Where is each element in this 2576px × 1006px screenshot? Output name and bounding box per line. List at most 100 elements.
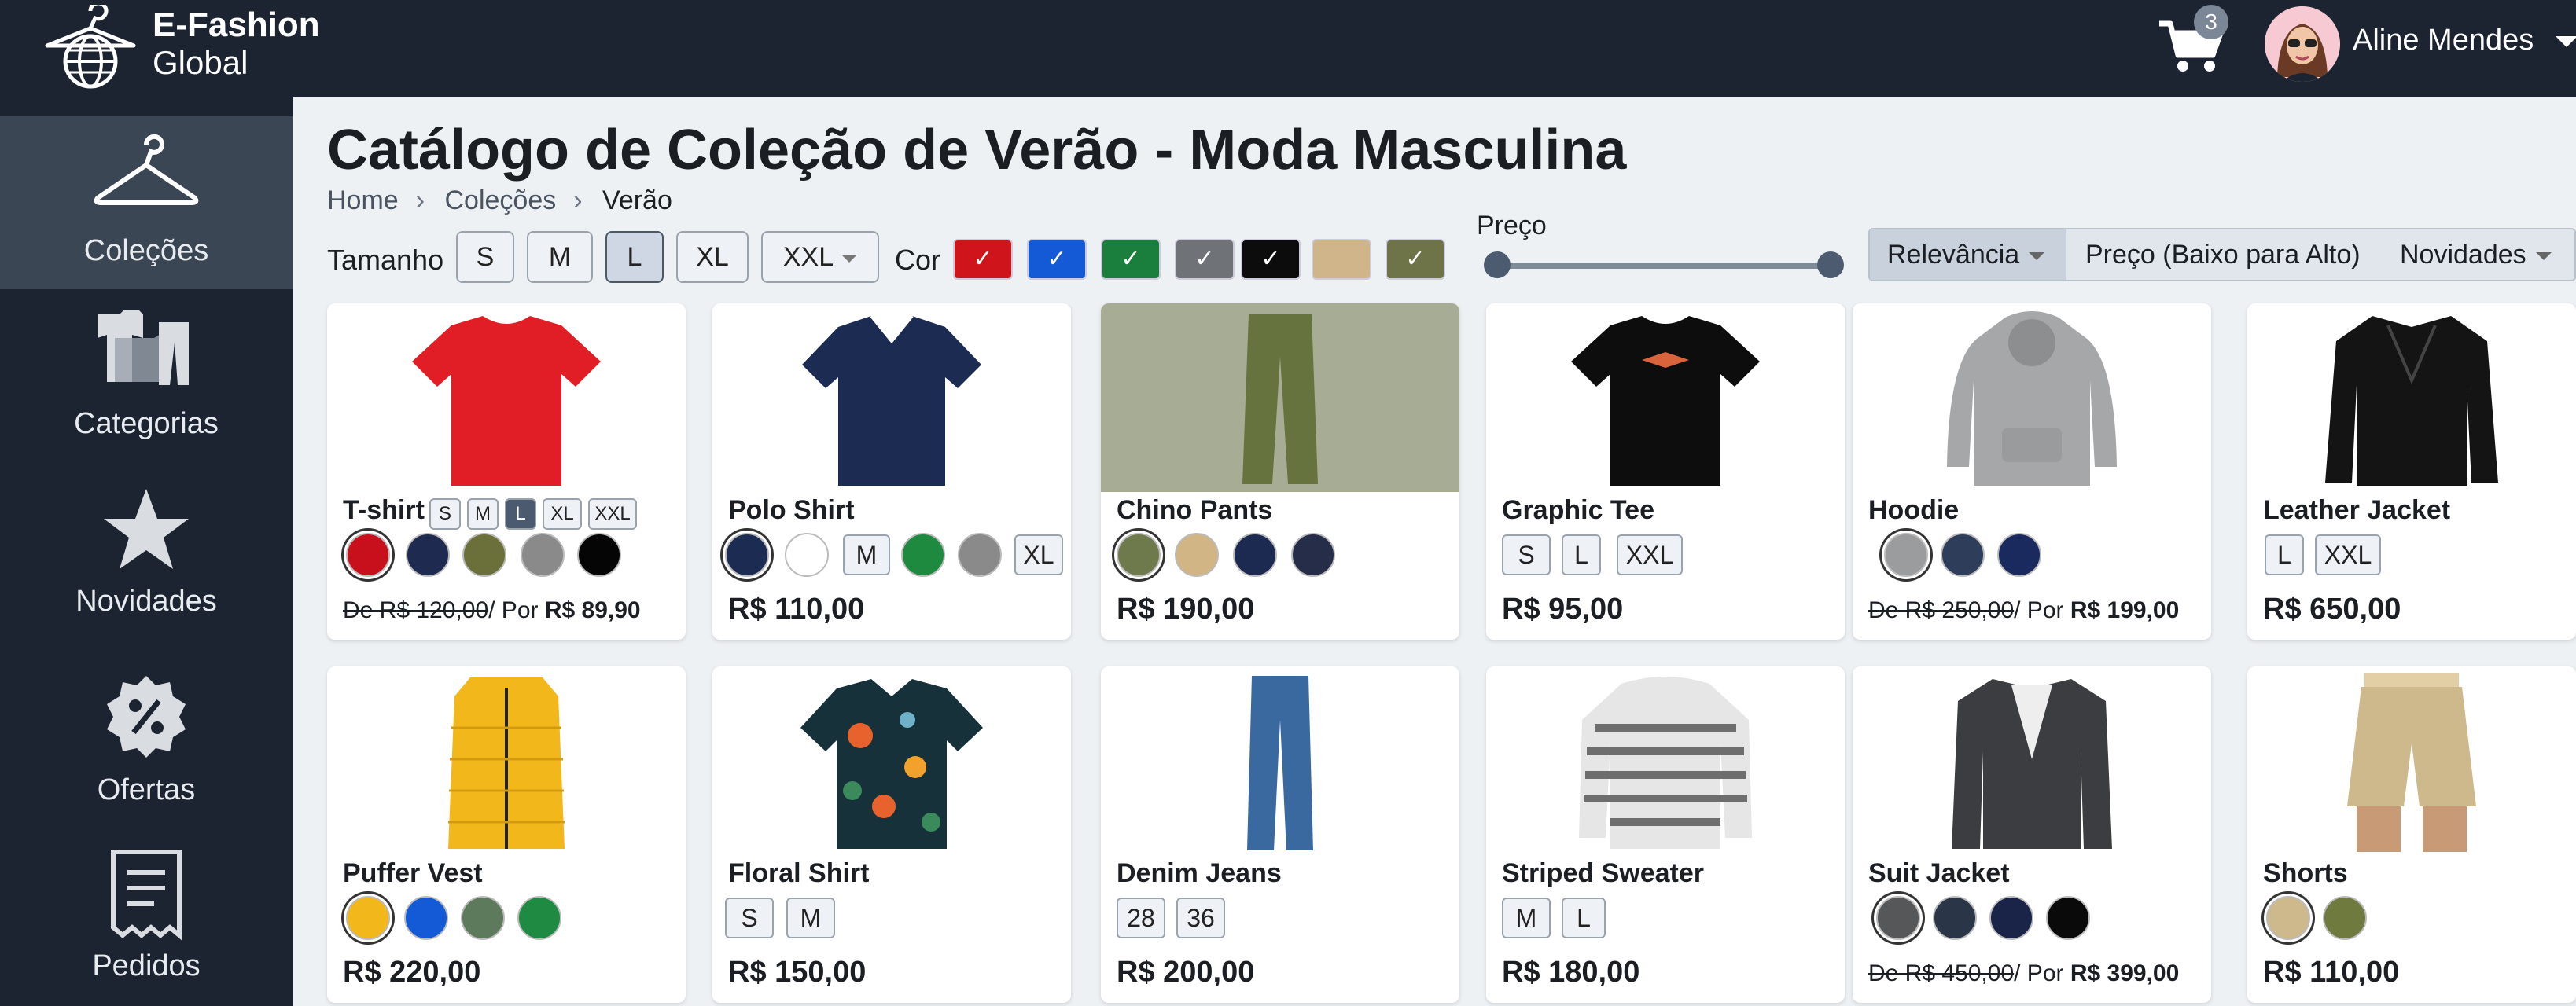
sort-novidades[interactable]: Novidades	[2400, 229, 2576, 280]
product-image	[1486, 303, 1845, 492]
size-option-xl[interactable]: XL	[1014, 534, 1063, 575]
user-menu-chevron-down-icon[interactable]	[2556, 36, 2576, 47]
color-option[interactable]	[785, 533, 829, 577]
avatar-image	[2265, 6, 2340, 82]
sidebar-item-label: Coleções	[83, 234, 209, 267]
product-card-floral-shirt[interactable]: Floral Shirt S M R$ 150,00	[712, 666, 1071, 1003]
size-option-m[interactable]: M	[1502, 898, 1551, 938]
size-option-36[interactable]: 36	[1176, 898, 1225, 938]
color-option[interactable]	[1233, 533, 1277, 577]
size-option-s[interactable]: S	[1502, 534, 1551, 575]
product-card-puffer-vest[interactable]: Puffer Vest R$ 220,00	[327, 666, 686, 1003]
size-option-xxl[interactable]: XXL	[2315, 534, 2381, 575]
color-swatch-beige[interactable]	[1312, 239, 1371, 280]
size-filter-l[interactable]: L	[605, 231, 664, 283]
check-icon: ✓	[1121, 246, 1141, 272]
sidebar-item-colecoes[interactable]: Coleções	[0, 116, 293, 289]
size-option-s[interactable]: S	[725, 898, 774, 938]
sidebar-item-categorias[interactable]: Categorias	[0, 289, 293, 462]
size-option-28[interactable]: 28	[1117, 898, 1165, 938]
size-option-s[interactable]: S	[429, 498, 461, 530]
sidebar-item-pedidos[interactable]: Pedidos	[0, 832, 293, 1004]
sidebar-item-novidades[interactable]: Novidades	[0, 467, 293, 640]
color-swatch-red[interactable]: ✓	[953, 239, 1013, 280]
chevron-right-icon: ›	[573, 185, 583, 215]
color-swatch-blue[interactable]: ✓	[1027, 239, 1087, 280]
size-option-m[interactable]: M	[786, 898, 835, 938]
price-max-handle[interactable]	[1817, 252, 1844, 278]
product-card-chino-pants[interactable]: Chino Pants R$ 190,00	[1101, 303, 1459, 640]
color-option[interactable]	[346, 896, 390, 940]
product-name: Puffer Vest	[343, 858, 483, 888]
size-filter-xl[interactable]: XL	[676, 231, 749, 283]
sort-preco[interactable]: Preço (Baixo para Alto)	[2085, 229, 2408, 280]
size-option-l[interactable]: L	[505, 498, 536, 530]
color-option[interactable]	[1175, 533, 1219, 577]
color-option[interactable]	[1876, 896, 1920, 940]
breadcrumb-home[interactable]: Home	[327, 185, 399, 215]
color-option[interactable]	[1884, 533, 1928, 577]
size-option-l[interactable]: L	[1562, 898, 1606, 938]
product-card-shorts[interactable]: Shorts R$ 110,00	[2247, 666, 2576, 1003]
size-option-l[interactable]: L	[2265, 534, 2304, 575]
size-filter-s[interactable]: S	[456, 231, 514, 283]
sort-relevancia[interactable]: Relevância	[1870, 229, 2066, 280]
price-range-slider[interactable]	[1497, 263, 1831, 269]
price-sep: / Por	[2014, 960, 2064, 986]
color-option[interactable]	[1117, 533, 1161, 577]
color-swatch-black[interactable]: ✓	[1241, 239, 1301, 280]
breadcrumb-colecoes[interactable]: Coleções	[444, 185, 556, 215]
globe-hanger-logo-icon[interactable]	[39, 5, 142, 91]
size-filter-xxl[interactable]: XXL	[761, 231, 879, 283]
color-option[interactable]	[517, 896, 561, 940]
product-card-hoodie[interactable]: Hoodie De R$ 250,00/ Por R$ 199,00	[1853, 303, 2211, 640]
color-option[interactable]	[2046, 896, 2090, 940]
color-option[interactable]	[577, 533, 621, 577]
price-min-handle[interactable]	[1484, 252, 1511, 278]
product-card-polo-shirt[interactable]: Polo Shirt M XL R$ 110,00	[712, 303, 1071, 640]
product-card-suit-jacket[interactable]: Suit Jacket De R$ 450,00/ Por R$ 399,00	[1853, 666, 2211, 1003]
color-option[interactable]	[1997, 533, 2041, 577]
color-option[interactable]	[1933, 896, 1977, 940]
color-option[interactable]	[1989, 896, 2033, 940]
user-name[interactable]: Aline Mendes	[2353, 24, 2534, 57]
user-avatar[interactable]	[2265, 6, 2340, 82]
size-option-m[interactable]: M	[843, 534, 890, 575]
size-option-xl[interactable]: XL	[543, 498, 582, 530]
product-card-leather-jacket[interactable]: Leather Jacket L XXL R$ 650,00	[2247, 303, 2576, 640]
product-card-tshirt[interactable]: T-shirt S M L XL XXL De R$ 120,00/ Por R…	[327, 303, 686, 640]
color-option[interactable]	[346, 533, 390, 577]
product-image	[1853, 666, 2211, 855]
size-xxl-label: XXL	[782, 242, 834, 272]
product-card-denim-jeans[interactable]: Denim Jeans 28 36 R$ 200,00	[1101, 666, 1459, 1003]
color-swatch-green[interactable]: ✓	[1101, 239, 1161, 280]
product-card-graphic-tee[interactable]: Graphic Tee S L XXL R$ 95,00	[1486, 303, 1845, 640]
size-option-l[interactable]: L	[1562, 534, 1601, 575]
graphic-tee-image	[1571, 316, 1760, 486]
sidebar-item-ofertas[interactable]: Ofertas	[0, 655, 293, 828]
color-option[interactable]	[2266, 896, 2310, 940]
color-swatch-olive[interactable]: ✓	[1386, 239, 1445, 280]
color-swatch-gray[interactable]: ✓	[1175, 239, 1235, 280]
hoodie-image	[1947, 311, 2117, 486]
color-option[interactable]	[2323, 896, 2367, 940]
color-option[interactable]	[901, 533, 945, 577]
chevron-down-icon	[841, 255, 858, 263]
size-filter-m[interactable]: M	[527, 231, 593, 283]
product-card-striped-sweater[interactable]: Striped Sweater M L R$ 180,00	[1486, 666, 1845, 1003]
brand-name[interactable]: E-Fashion Global	[153, 6, 320, 82]
size-option-m[interactable]: M	[467, 498, 499, 530]
color-option[interactable]	[462, 533, 506, 577]
color-option[interactable]	[406, 533, 450, 577]
color-option[interactable]	[725, 533, 769, 577]
color-option[interactable]	[404, 896, 448, 940]
size-option-xxl[interactable]: XXL	[1617, 534, 1683, 575]
color-option[interactable]	[1291, 533, 1335, 577]
size-filter-label: Tamanho	[327, 244, 444, 276]
sort-novidades-label: Novidades	[2400, 240, 2526, 270]
color-option[interactable]	[958, 533, 1002, 577]
size-option-xxl[interactable]: XXL	[588, 498, 637, 530]
color-option[interactable]	[1941, 533, 1985, 577]
color-option[interactable]	[521, 533, 565, 577]
color-option[interactable]	[461, 896, 505, 940]
